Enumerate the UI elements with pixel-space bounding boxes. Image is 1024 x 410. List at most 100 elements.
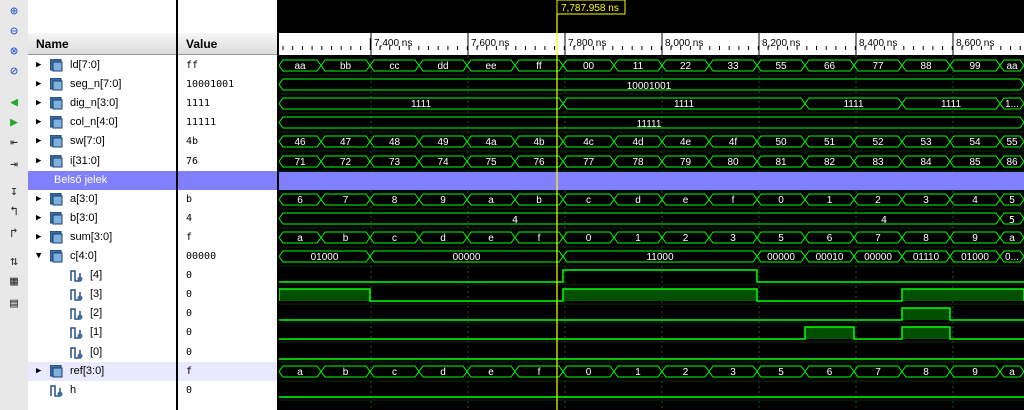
bus-value-label: 22 [680,61,692,72]
bus-value-label: c [392,233,397,244]
value-row: 00000 [178,247,277,266]
expand-arrow-icon[interactable]: ▶ [36,56,41,75]
bus-value-label: 51 [824,137,836,148]
expand-arrow-icon[interactable]: ▶ [36,152,41,171]
swap-cursors-icon[interactable]: ⇅ [4,252,24,270]
signal-row[interactable]: ▶ col_n[4:0] [28,113,176,132]
bus-value-label: 0 [586,367,592,378]
bus-value-label: 11 [633,61,644,72]
signal-value: f [186,366,193,377]
expand-arrow-icon[interactable]: ▶ [36,113,41,132]
bus-value-label: 4b [533,137,545,148]
bus-value-label: 33 [727,61,739,72]
bus-value-label: 01000 [961,252,989,263]
bus-value-label: 82 [824,157,836,168]
zoom-in-icon[interactable]: ⊕ [4,2,24,20]
bus-value-label: d [635,195,641,206]
signal-row[interactable]: h [28,381,176,400]
signal-row[interactable]: [1] [28,323,176,342]
signal-row[interactable]: Belső jelek [28,171,176,190]
signal-row[interactable]: ▼ c[4:0] [28,247,176,266]
signal-row[interactable]: [2] [28,304,176,323]
go-to-end-icon[interactable]: ▶ [4,113,24,131]
signal-row[interactable]: ▶ a[3:0] [28,190,176,209]
waveform-canvas[interactable]: 7,787.958 ns 7,400 ns 7,600 ns 7,800 ns 8,00… [279,0,1024,410]
expand-arrow-icon[interactable]: ▶ [36,75,41,94]
next-transition-icon[interactable]: ⇥ [4,155,24,173]
signal-value: 0 [186,347,193,358]
ruler-tick-label: 7,800 ns [568,38,606,49]
bus-value-label: 88 [920,61,932,72]
signal-row[interactable]: ▶ sum[3:0] [28,228,176,247]
bus-value-label: 5 [778,233,784,244]
go-to-start-icon[interactable]: ◀ [4,93,24,111]
signal-name: ld[7:0] [70,59,100,71]
expand-arrow-icon[interactable]: ▶ [36,132,41,151]
signal-row[interactable]: ▶ sw[7:0] [28,132,176,151]
bus-value-label: 0... [1005,252,1019,263]
bit-signal-icon [70,347,83,359]
bus-value-label: 1111 [843,99,863,110]
zoom-cursor-icon[interactable]: ⊘ [4,62,24,80]
bus-value-label: a [297,367,303,378]
signal-name: col_n[4:0] [70,116,118,128]
signal-row[interactable]: ▶ ld[7:0] [28,56,176,75]
bus-value-label: 76 [533,157,545,168]
value-row: 0 [178,381,277,400]
bus-value-label: 78 [632,157,644,168]
bus-value-label: a [1009,367,1015,378]
signal-row[interactable]: [0] [28,343,176,362]
bus-value-label: 72 [340,157,352,168]
bus-value-label: 11000 [646,252,674,263]
bus-value-label: 8 [923,233,929,244]
signal-row[interactable]: ▶ seg_n[7:0] [28,75,176,94]
expand-arrow-icon[interactable]: ▶ [36,94,41,113]
zoom-fit-icon[interactable]: ⊗ [4,42,24,60]
signal-name: [0] [90,346,103,358]
radix-icon[interactable]: ▦ [4,272,24,290]
signal-value-panel: Value ff 10001001 1111 11111 4b 76 b 4 f 00000 0 0 0… [178,0,277,410]
previous-marker-icon[interactable]: ↰ [4,202,24,220]
signal-name: [1] [90,326,103,338]
signal-value: 0 [186,385,193,396]
bus-signal-icon [50,212,63,225]
collapse-arrow-icon[interactable]: ▼ [36,247,41,266]
bus-value-label: 4f [729,137,738,148]
signal-row[interactable]: [3] [28,285,176,304]
add-marker-icon[interactable]: ↧ [4,182,24,200]
bus-value-label: 1111 [411,99,431,110]
name-column-header[interactable]: Name [28,33,176,55]
signal-name: i[31:0] [70,155,100,167]
value-row: f [178,228,277,247]
expand-arrow-icon[interactable]: ▶ [36,362,41,381]
bus-value-label: 4a [485,137,497,148]
signal-row[interactable]: ▶ b[3:0] [28,209,176,228]
bus-value-label: dd [437,61,448,72]
bus-value-label: 8 [923,367,929,378]
value-column-header[interactable]: Value [178,33,277,55]
signal-value: 11111 [186,117,217,128]
previous-transition-icon[interactable]: ⇤ [4,133,24,151]
bus-value-label: e [488,233,494,244]
expand-arrow-icon[interactable]: ▶ [36,209,41,228]
bus-signal-icon [50,59,63,72]
bus-value-label: 83 [872,157,884,168]
signal-row[interactable]: ▶ ref[3:0] [28,362,176,381]
signal-name: dig_n[3:0] [70,97,119,109]
toggle-view-icon[interactable]: ▤ [4,294,24,312]
zoom-out-icon[interactable]: ⊖ [4,22,24,40]
bus-value-label: f [538,233,541,244]
bus-value-label: 7 [875,233,881,244]
signal-name: sw[7:0] [70,135,105,147]
bit-high-fill [902,289,1024,301]
expand-arrow-icon[interactable]: ▶ [36,228,41,247]
waveform-panel[interactable]: 7,787.958 ns 7,400 ns 7,600 ns 7,800 ns 8,00… [279,0,1024,410]
signal-row[interactable]: ▶ dig_n[3:0] [28,94,176,113]
bus-value-label: 0 [586,233,592,244]
next-marker-icon[interactable]: ↱ [4,224,24,242]
signal-row[interactable]: ▶ i[31:0] [28,152,176,171]
expand-arrow-icon[interactable]: ▶ [36,190,41,209]
signal-row[interactable]: [4] [28,266,176,285]
group-band [279,172,1024,190]
bus-value-label: 5 [778,367,784,378]
